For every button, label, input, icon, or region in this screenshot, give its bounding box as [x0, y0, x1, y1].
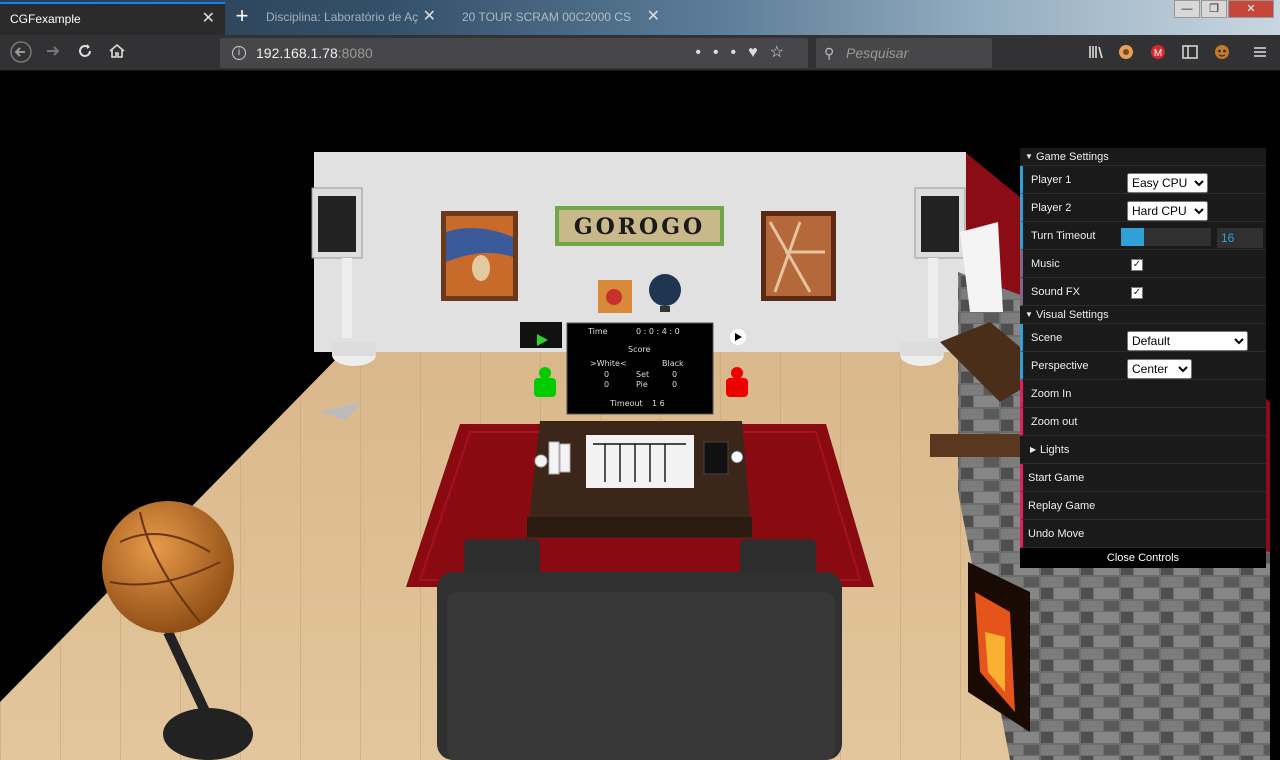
timeout-label: Timeout: [610, 399, 643, 408]
player1-select[interactable]: Easy CPU: [1127, 173, 1208, 193]
minimize-button[interactable]: —: [1174, 0, 1200, 18]
url-port: :8080: [337, 45, 373, 61]
scoreboard: Time 0 : 0 : 4 : 0 Score >White< Black 0…: [570, 326, 710, 412]
turn-timeout-input[interactable]: 16: [1217, 228, 1263, 248]
sofa: [437, 539, 842, 760]
player1-row: Player 1 Easy CPU: [1020, 166, 1266, 194]
replay-game-button[interactable]: Replay Game: [1020, 492, 1266, 520]
scene-label: Scene: [1031, 332, 1063, 344]
slider-fill: [1121, 228, 1144, 246]
start-game-button[interactable]: Start Game: [1020, 464, 1266, 492]
white-pieces: 0: [604, 380, 610, 389]
black-pieces: 0: [672, 380, 678, 389]
url-bar[interactable]: i 192.168.1.78:8080 •••♥☆: [220, 38, 808, 68]
tab-title: Disciplina: Laboratório de Aç: [266, 10, 419, 24]
menu-icon[interactable]: [1250, 43, 1270, 63]
tab-disciplina[interactable]: Disciplina: Laboratório de Aç ✕: [256, 2, 446, 35]
game-board: [586, 435, 694, 488]
perspective-row: Perspective Center: [1020, 352, 1266, 380]
close-tab-icon[interactable]: ✕: [647, 2, 660, 32]
folder-label: Lights: [1040, 444, 1070, 456]
close-controls-button[interactable]: Close Controls: [1020, 548, 1266, 568]
caret-down-icon: ▼: [1025, 152, 1033, 161]
scene-select[interactable]: Default: [1127, 331, 1248, 351]
zoom-out-label: Zoom out: [1031, 416, 1078, 428]
replay-game-label: Replay Game: [1028, 500, 1096, 512]
scene-row: Scene Default: [1020, 324, 1266, 352]
sound-fx-label: Sound FX: [1031, 286, 1080, 298]
controls-panel: ▼ Game Settings Player 1 Easy CPU Player …: [1020, 148, 1266, 568]
folder-game-settings[interactable]: ▼ Game Settings: [1020, 148, 1266, 166]
tab-tour-scram[interactable]: 20 TOUR SCRAM 00C2000 CS ✕: [452, 2, 670, 35]
folder-lights[interactable]: ▶ Lights: [1020, 436, 1266, 464]
player2-label: Player 2: [1031, 202, 1072, 214]
zoom-in-button[interactable]: Zoom In: [1020, 380, 1266, 408]
turn-timeout-slider[interactable]: [1121, 228, 1211, 246]
music-checkbox[interactable]: ✓: [1131, 259, 1143, 271]
tab-title: CGFexample: [10, 12, 81, 26]
nav-toolbar: i 192.168.1.78:8080 •••♥☆ ⚲ Pesquisar M: [0, 35, 1280, 71]
time-value: 0 : 0 : 4 : 0: [636, 327, 680, 336]
maximize-button[interactable]: ❐: [1201, 0, 1227, 18]
more-icon[interactable]: •••: [695, 44, 748, 61]
turn-timeout-row: Turn Timeout 16: [1020, 222, 1266, 250]
search-placeholder: Pesquisar: [846, 45, 909, 61]
pocket-icon[interactable]: ♥: [748, 44, 770, 61]
pieces-label: Pie: [636, 380, 648, 389]
start-game-label: Start Game: [1028, 472, 1085, 484]
new-tab-button[interactable]: +: [231, 2, 253, 32]
timeout-value: 1 6: [652, 399, 665, 408]
zoom-out-button[interactable]: Zoom out: [1020, 408, 1266, 436]
sound-fx-row[interactable]: Sound FX ✓: [1020, 278, 1266, 306]
sound-fx-checkbox[interactable]: ✓: [1131, 287, 1143, 299]
close-tab-icon[interactable]: ✕: [423, 2, 436, 32]
svg-text:M: M: [1154, 48, 1162, 59]
music-row[interactable]: Music ✓: [1020, 250, 1266, 278]
white-label: >White<: [590, 359, 627, 368]
perspective-label: Perspective: [1031, 360, 1089, 372]
clapperboard: [520, 322, 562, 348]
bookmark-star-icon[interactable]: ☆: [770, 44, 796, 61]
search-input[interactable]: ⚲ Pesquisar: [816, 38, 992, 68]
reload-icon[interactable]: [73, 41, 97, 65]
tab-title: 20 TOUR SCRAM 00C2000 CS: [462, 10, 631, 24]
player1-label: Player 1: [1031, 174, 1072, 186]
undo-move-label: Undo Move: [1028, 528, 1085, 540]
extension-monkey-icon[interactable]: [1212, 43, 1232, 63]
wall-globe: [649, 274, 681, 306]
sidebar-icon[interactable]: [1180, 43, 1200, 63]
player2-row: Player 2 Hard CPU: [1020, 194, 1266, 222]
music-label: Music: [1031, 258, 1060, 270]
tab-strip: CGFexample ✕ + Disciplina: Laboratório d…: [0, 0, 1280, 35]
folder-label: Game Settings: [1036, 151, 1109, 163]
time-label: Time: [588, 327, 608, 336]
forward-arrow-icon[interactable]: [41, 41, 65, 65]
turn-timeout-label: Turn Timeout: [1031, 230, 1096, 242]
url-host: 192.168.1.78: [256, 45, 338, 61]
caret-down-icon: ▼: [1025, 310, 1033, 319]
info-icon[interactable]: i: [232, 46, 246, 61]
close-window-button[interactable]: ✕: [1228, 0, 1274, 18]
folder-label: Visual Settings: [1036, 309, 1109, 321]
extension-icon[interactable]: [1116, 43, 1136, 63]
player2-select[interactable]: Hard CPU: [1127, 201, 1208, 221]
undo-move-button[interactable]: Undo Move: [1020, 520, 1266, 548]
back-arrow-icon[interactable]: [9, 41, 33, 65]
zoom-in-label: Zoom In: [1031, 388, 1072, 400]
caret-right-icon: ▶: [1030, 445, 1037, 454]
webgl-scene[interactable]: GOROGO Time 0 : 0 : 4 : 0 Score >White< …: [0, 72, 1280, 760]
score-label: Score: [628, 345, 651, 354]
search-icon: ⚲: [824, 45, 835, 61]
gorogo-logo-text: GOROGO: [573, 214, 706, 240]
folder-visual-settings[interactable]: ▼ Visual Settings: [1020, 306, 1266, 324]
perspective-select[interactable]: Center: [1127, 359, 1192, 379]
library-icon[interactable]: [1086, 43, 1106, 63]
mega-icon[interactable]: M: [1148, 43, 1168, 63]
home-icon[interactable]: [105, 41, 129, 65]
close-tab-icon[interactable]: ✕: [202, 4, 215, 34]
black-label: Black: [662, 359, 684, 368]
tab-cgfexample[interactable]: CGFexample ✕: [0, 2, 225, 35]
